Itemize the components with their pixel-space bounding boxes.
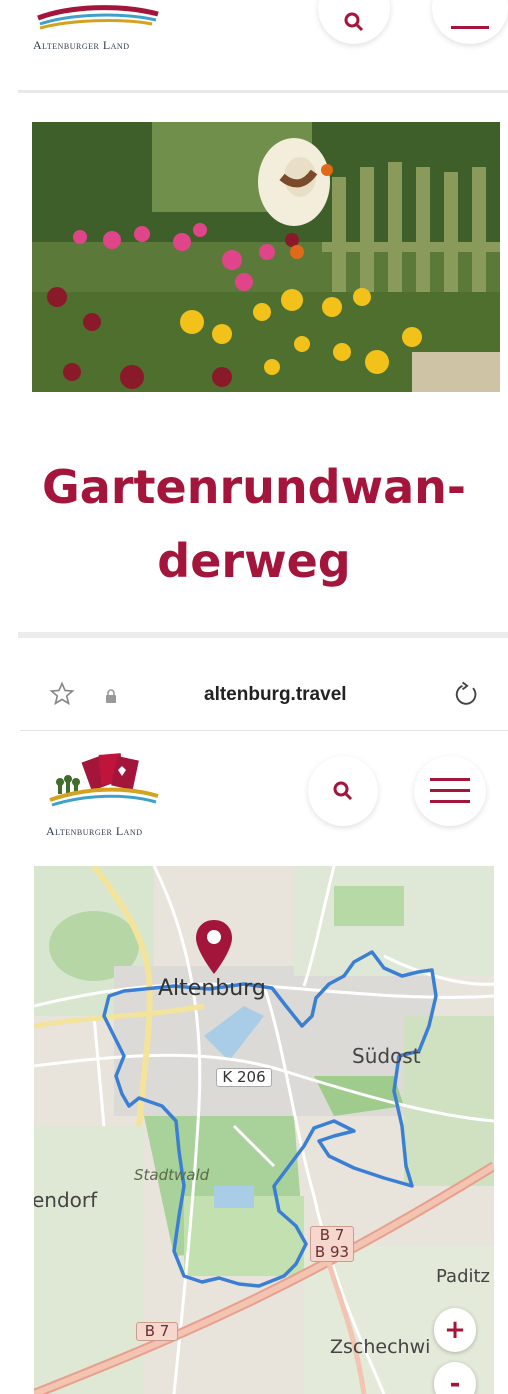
hero-image [32, 122, 500, 392]
site-logo[interactable]: Altenburger Land [44, 750, 194, 840]
browser-bar: altenburg.travel [0, 660, 508, 728]
menu-button[interactable] [414, 756, 486, 826]
top-logo-icon [37, 5, 159, 30]
label-village-s: Zschechwi [330, 1336, 431, 1358]
search-button[interactable] [308, 756, 378, 826]
top-logo-text: Altenburger Land [33, 38, 130, 52]
lock-icon [106, 689, 116, 703]
location-pin-icon[interactable] [192, 918, 236, 976]
road-sign-b7-b93: B 7 B 93 [310, 1226, 354, 1262]
search-icon [333, 781, 353, 801]
road-sign-k206: K 206 [216, 1068, 272, 1087]
road-sign-b93: B 93 [314, 1243, 350, 1261]
title-line-1: Gartenrundwan- [42, 460, 466, 514]
top-logo[interactable]: Altenburger Land [30, 0, 180, 60]
url-text[interactable]: altenburg.travel [204, 684, 347, 706]
site-header: Altenburger Land [0, 740, 508, 840]
logo-cards-icon [49, 753, 159, 807]
label-forest: Stadtwald [134, 1166, 210, 1184]
label-village-w: endorf [34, 1188, 98, 1212]
label-village-e: Paditz [436, 1266, 491, 1287]
page-title: Gartenrundwan- derweg [0, 450, 508, 598]
label-district-se: Südost [352, 1044, 421, 1068]
road-sign-b7-top: B 7 [319, 1226, 345, 1244]
hamburger-icon [430, 778, 470, 803]
reload-icon[interactable] [452, 680, 480, 708]
top-menu-button[interactable] [432, 0, 508, 44]
road-sign-b7-bottom: B 7 [136, 1322, 178, 1341]
hamburger-icon [451, 25, 489, 29]
zoom-in-button[interactable]: + [434, 1308, 476, 1352]
search-icon [344, 12, 364, 32]
top-header: Altenburger Land [0, 0, 508, 92]
top-search-button[interactable] [318, 0, 390, 44]
route-map[interactable]: Altenburg Südost Stadtwald endorf Paditz… [34, 866, 494, 1394]
title-line-2: derweg [157, 534, 351, 588]
star-icon[interactable] [48, 680, 76, 708]
site-logo-text: Altenburger Land [46, 824, 143, 838]
title-divider [18, 632, 508, 638]
top-divider [18, 90, 508, 93]
label-city: Altenburg [158, 976, 266, 1001]
browser-divider [20, 730, 508, 731]
